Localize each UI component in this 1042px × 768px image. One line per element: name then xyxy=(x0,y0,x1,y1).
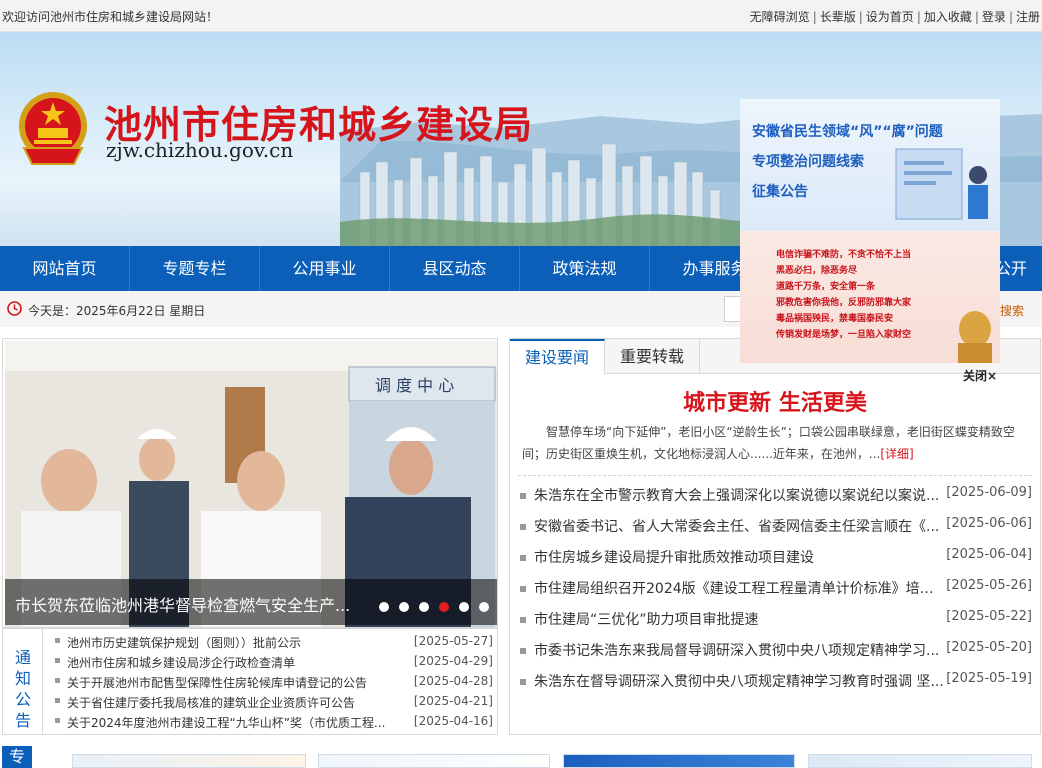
notice-title[interactable]: 关于2024年度池州市建设工程“九华山杯”奖（市优质工程... xyxy=(67,714,397,731)
notice-title[interactable]: 关于开展池州市配售型保障性住房轮候库申请登记的公告 xyxy=(67,674,397,691)
news-date: [2025-05-19] xyxy=(946,671,1032,686)
topic-banner-thumb[interactable] xyxy=(318,754,550,768)
bottom-strip: 专 xyxy=(0,742,1042,768)
news-date: [2025-06-09] xyxy=(946,485,1032,500)
ad-illustration xyxy=(895,148,988,220)
news-date: [2025-05-20] xyxy=(946,640,1032,655)
notice-row[interactable]: 关于开展池州市配售型保障性住房轮候库申请登记的公告 [2025-04-28] xyxy=(53,671,493,691)
news-panel: 建设要闻 重要转载 城市更新 生活更美 智慧停车场“向下延伸”，老旧小区“逆龄生… xyxy=(509,338,1041,735)
nav-item-home[interactable]: 网站首页 xyxy=(0,246,130,291)
news-divider xyxy=(518,475,1032,476)
elder-mode-link[interactable]: 长辈版 xyxy=(820,10,856,24)
topic-banner-thumb[interactable] xyxy=(563,754,795,768)
news-date: [2025-06-06] xyxy=(946,516,1032,531)
add-favorite-link[interactable]: 加入收藏 xyxy=(924,10,972,24)
nav-item-county-news[interactable]: 县区动态 xyxy=(390,246,520,291)
news-headline[interactable]: 城市更新 生活更美 xyxy=(510,385,1040,417)
ad-fraud-warning[interactable]: 电信诈骗不难防，不贪不恰不上当 黑恶必扫，除恶务尽 道路千万条，安全第一条 邪教… xyxy=(740,231,1000,363)
notice-title[interactable]: 池州市历史建筑保护规划（图则））批前公示 xyxy=(67,634,397,651)
news-row[interactable]: 市住房城乡建设局提升审批质效推动项目建设 [2025-06-04] xyxy=(518,546,1032,577)
news-title[interactable]: 市委书记朱浩东来我局督导调研深入贯彻中央八项规定精神学习... xyxy=(534,640,944,660)
news-row[interactable]: 市委书记朱浩东来我局督导调研深入贯彻中央八项规定精神学习... [2025-05… xyxy=(518,639,1032,670)
notice-date: [2025-04-21] xyxy=(413,694,493,708)
accessibility-link[interactable]: 无障碍浏览 xyxy=(750,10,810,24)
set-homepage-link[interactable]: 设为首页 xyxy=(866,10,914,24)
notice-label: 通知公告 xyxy=(3,629,43,734)
close-ad-button[interactable]: 关闭× xyxy=(963,367,997,384)
news-more-link[interactable]: [详细] xyxy=(880,447,913,461)
ad1-line: 征集公告 xyxy=(752,184,808,200)
news-title[interactable]: 市住建局“三优化”助力项目审批提速 xyxy=(534,609,944,629)
ad2-line: 传销发财是场梦，一旦陷入家财空 xyxy=(776,330,912,340)
clock-icon xyxy=(7,301,22,316)
news-summary: 智慧停车场“向下延伸”，老旧小区“逆龄生长”；口袋公园串联绿意，老旧街区蝶变精致… xyxy=(522,421,1030,465)
notice-title[interactable]: 关于省住建厅委托我局核准的建筑业企业资质许可公告 xyxy=(67,694,397,711)
ad-corruption-notice[interactable]: 安徽省民生领域“风”“腐”问题 专项整治问题线索 征集公告 xyxy=(740,99,1000,231)
news-slider[interactable]: 调 度 中 心 市长贺东莅临池州港华督导检查燃气安全生产... xyxy=(2,338,498,628)
slider-dot[interactable] xyxy=(479,602,489,612)
slider-dot[interactable] xyxy=(399,602,409,612)
register-link[interactable]: 注册 xyxy=(1016,10,1040,24)
login-link[interactable]: 登录 xyxy=(982,10,1006,24)
search-button[interactable]: 搜索 xyxy=(1000,302,1024,319)
notice-row[interactable]: 关于2024年度池州市建设工程“九华山杯”奖（市优质工程... [2025-04… xyxy=(53,711,493,731)
news-title[interactable]: 市住建局组织召开2024版《建设工程工程量清单计价标准》培训... xyxy=(534,578,944,598)
floating-ad[interactable]: 安徽省民生领域“风”“腐”问题 专项整治问题线索 征集公告 电信诈骗不难防，不贪… xyxy=(740,99,1000,363)
tab-reprints[interactable]: 重要转载 xyxy=(605,339,700,374)
slider-dot-active[interactable] xyxy=(439,602,449,612)
news-title[interactable]: 朱浩东在督导调研深入贯彻中央八项规定精神学习教育时强调 坚... xyxy=(534,671,944,691)
news-date: [2025-06-04] xyxy=(946,547,1032,562)
notice-row[interactable]: 关于省住建厅委托我局核准的建筑业企业资质许可公告 [2025-04-21] xyxy=(53,691,493,711)
topic-banner-thumb[interactable] xyxy=(808,754,1032,768)
notice-date: [2025-05-27] xyxy=(413,634,493,648)
notice-date: [2025-04-16] xyxy=(413,714,493,728)
ad1-line: 专项整治问题线索 xyxy=(752,154,864,170)
news-row[interactable]: 朱浩东在全市警示教育大会上强调深化以案说德以案说纪以案说... [2025-06… xyxy=(518,484,1032,515)
page: 欢迎访问池州市住房和城乡建设局网站！ 无障碍浏览 | 长辈版 | 设为首页 | 加入收藏 | 登… xyxy=(0,0,1042,768)
news-date: [2025-05-26] xyxy=(946,578,1032,593)
ad2-line: 电信诈骗不难防，不贪不恰不上当 xyxy=(776,250,912,260)
news-row[interactable]: 朱浩东在督导调研深入贯彻中央八项规定精神学习教育时强调 坚... [2025-0… xyxy=(518,670,1032,701)
lion-statue-icon xyxy=(958,311,992,363)
special-topics-label: 专 xyxy=(2,746,32,768)
news-title[interactable]: 安徽省委书记、省人大常委会主任、省委网信委主任梁言顺在《... xyxy=(534,516,944,536)
nav-item-special-topics[interactable]: 专题专栏 xyxy=(130,246,260,291)
notice-panel: 通知公告 池州市历史建筑保护规划（图则））批前公示 [2025-05-27] 池… xyxy=(2,628,498,735)
news-title[interactable]: 朱浩东在全市警示教育大会上强调深化以案说德以案说纪以案说... xyxy=(534,485,944,505)
ad2-line: 邪教危害你我他，反邪防邪靠大家 xyxy=(776,298,912,308)
ad1-line: 安徽省民生领域“风”“腐”问题 xyxy=(752,124,943,140)
nav-item-public-utilities[interactable]: 公用事业 xyxy=(260,246,390,291)
nav-item-policies[interactable]: 政策法规 xyxy=(520,246,650,291)
slider-dot[interactable] xyxy=(379,602,389,612)
top-bar: 欢迎访问池州市住房和城乡建设局网站！ 无障碍浏览 | 长辈版 | 设为首页 | 加入收藏 | 登… xyxy=(0,0,1042,32)
slider-dot[interactable] xyxy=(419,602,429,612)
news-summary-text: 智慧停车场“向下延伸”，老旧小区“逆龄生长”；口袋公园串联绿意，老旧街区蝶变精致… xyxy=(522,425,1015,461)
notice-date: [2025-04-28] xyxy=(413,674,493,688)
news-row[interactable]: 安徽省委书记、省人大常委会主任、省委网信委主任梁言顺在《... [2025-06… xyxy=(518,515,1032,546)
topic-banner-thumb[interactable] xyxy=(72,754,306,768)
news-row[interactable]: 市住建局组织召开2024版《建设工程工程量清单计价标准》培训... [2025-… xyxy=(518,577,1032,608)
notice-title[interactable]: 池州市住房和城乡建设局涉企行政检查清单 xyxy=(67,654,397,671)
news-title[interactable]: 市住房城乡建设局提升审批质效推动项目建设 xyxy=(534,547,944,567)
site-domain: zjw.chizhou.gov.cn xyxy=(106,138,294,162)
notice-row[interactable]: 池州市历史建筑保护规划（图则））批前公示 [2025-05-27] xyxy=(53,631,493,651)
national-emblem-icon xyxy=(19,92,87,165)
notice-row[interactable]: 池州市住房和城乡建设局涉企行政检查清单 [2025-04-29] xyxy=(53,651,493,671)
slider-dots xyxy=(369,597,489,616)
slider-caption-bar: 市长贺东莅临池州港华督导检查燃气安全生产... xyxy=(5,579,497,625)
ad2-line: 毒品祸国殃民，禁毒国泰民安 xyxy=(776,314,894,324)
slider-dot[interactable] xyxy=(459,602,469,612)
svg-text:调 度 中 心: 调 度 中 心 xyxy=(375,376,454,395)
slider-caption[interactable]: 市长贺东莅临池州港华督导检查燃气安全生产... xyxy=(15,592,350,616)
notice-date: [2025-04-29] xyxy=(413,654,493,668)
top-links: 无障碍浏览 | 长辈版 | 设为首页 | 加入收藏 | 登录 | 注册 xyxy=(749,10,1040,24)
news-date: [2025-05-22] xyxy=(946,609,1032,624)
ad2-line: 黑恶必扫，除恶务尽 xyxy=(776,266,858,276)
news-row[interactable]: 市住建局“三优化”助力项目审批提速 [2025-05-22] xyxy=(518,608,1032,639)
tab-construction-news[interactable]: 建设要闻 xyxy=(510,339,605,374)
today-date: 今天是：2025年6月22日 星期日 xyxy=(28,304,206,318)
ad2-line: 道路千万条，安全第一条 xyxy=(776,282,876,292)
welcome-text: 欢迎访问池州市住房和城乡建设局网站！ xyxy=(2,10,219,24)
